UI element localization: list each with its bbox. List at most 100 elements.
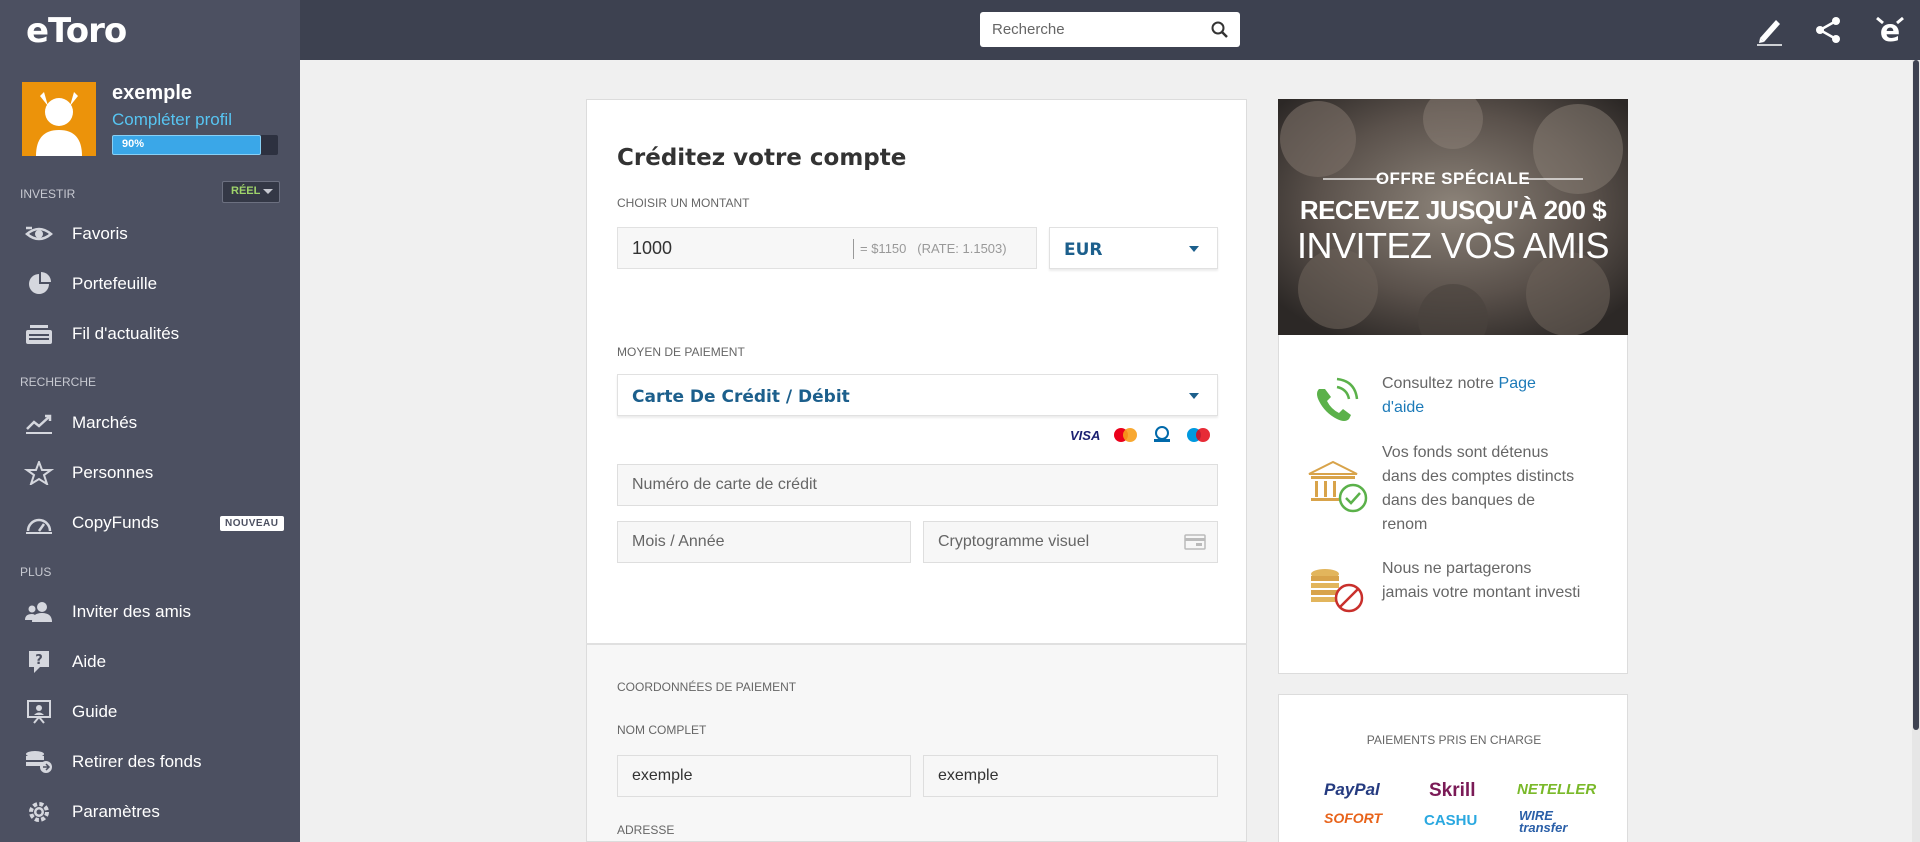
sidebar-item-label: Personnes — [72, 463, 154, 482]
sidebar-item-label: Portefeuille — [72, 274, 158, 293]
sidebar-item-guide[interactable]: Guide — [0, 689, 300, 735]
cashu-logo: CASHU — [1424, 812, 1478, 829]
star-icon — [24, 461, 54, 485]
funds-security-text: Vos fonds sont détenus dans des comptes … — [1382, 444, 1575, 533]
logo-text: eToro — [26, 11, 126, 50]
chevron-down-icon — [1189, 393, 1199, 399]
guide-icon — [27, 700, 51, 724]
amount-label: CHOISIR UN MONTANT — [617, 196, 750, 210]
top-bar: e — [300, 0, 1920, 60]
svg-text:e: e — [1880, 14, 1900, 48]
profile-progress-text: 90% — [122, 138, 145, 150]
deposit-title: Créditez votre compte — [617, 145, 907, 171]
card-cvv-icon — [1184, 534, 1206, 550]
full-name-label: NOM COMPLET — [617, 723, 707, 737]
promo-offer-label: OFFRE SPÉCIALE — [1375, 169, 1531, 188]
billing-section: COORDONNÉES DE PAIEMENT NOM COMPLET ADRE… — [586, 643, 1247, 842]
payments-title: PAIEMENTS PRIS EN CHARGE — [1366, 733, 1542, 747]
phone-support-icon — [1317, 377, 1359, 421]
sidebar-item-label: Favoris — [72, 224, 128, 243]
search-input[interactable] — [980, 12, 1200, 47]
address-label: ADRESSE — [617, 823, 675, 837]
bank-secure-icon — [1308, 460, 1368, 513]
sidebar-item-parametres[interactable]: Paramètres — [0, 789, 300, 835]
avatar-icon — [22, 82, 96, 156]
scrollbar-thumb[interactable] — [1913, 60, 1919, 730]
sidebar-item-marches[interactable]: Marchés — [0, 400, 300, 446]
amount-field[interactable]: 1000 = $1150 (RATE: 1.1503) — [617, 227, 1037, 269]
withdraw-icon — [26, 751, 52, 773]
sidebar-item-inviter-amis[interactable]: Inviter des amis — [0, 589, 300, 635]
payment-method-select[interactable]: Carte De Crédit / Débit — [617, 374, 1218, 416]
payment-method-value: Carte De Crédit / Débit — [632, 387, 850, 407]
deposit-card: Créditez votre compte CHOISIR UN MONTANT… — [586, 99, 1247, 644]
sidebar-item-label: Retirer des fonds — [72, 752, 202, 771]
sidebar-item-label: Guide — [72, 702, 118, 721]
privacy-text: Nous ne partagerons jamais votre montant… — [1382, 560, 1581, 601]
share-icon[interactable] — [1810, 12, 1846, 48]
svg-text:?: ? — [35, 653, 43, 668]
conversion-rate-text: = $1150 (RATE: 1.1503) — [860, 241, 1007, 256]
privacy-coins-icon — [1311, 569, 1364, 613]
help-icon: ? — [29, 651, 49, 673]
currency-value: EUR — [1064, 240, 1103, 260]
pie-chart-icon — [29, 272, 51, 294]
section-more: PLUS — [20, 565, 52, 579]
skrill-logo: Skrill — [1429, 780, 1476, 801]
help-info-text: Consultez notre Page d'aide — [1382, 372, 1582, 420]
chevron-down-icon — [1189, 246, 1199, 252]
page-scrollbar[interactable] — [1912, 60, 1920, 842]
sidebar-item-copyfunds[interactable]: CopyFunds NOUVEAU — [0, 500, 300, 546]
edit-post-icon[interactable] — [1752, 12, 1788, 48]
eye-icon — [25, 226, 53, 241]
amount-value: 1000 — [632, 238, 673, 258]
sidebar-item-label: Paramètres — [72, 802, 160, 821]
invite-friends-icon — [25, 602, 52, 622]
etoro-brand-icon[interactable]: e — [1872, 12, 1908, 48]
etoro-logo-icon: eToro — [26, 11, 127, 51]
promo-banner[interactable]: OFFRE SPÉCIALE RECEVEZ JUSQU'À 200 $ INV… — [1278, 99, 1628, 335]
username: exemple — [112, 82, 193, 104]
first-name-input[interactable] — [617, 755, 911, 797]
sidebar-item-personnes[interactable]: Personnes — [0, 450, 300, 496]
billing-section-label: COORDONNÉES DE PAIEMENT — [617, 680, 797, 694]
card-brands: VISA — [1070, 426, 1210, 443]
etoro-logo[interactable]: eToro — [24, 10, 134, 59]
sidebar-item-label: Fil d'actualités — [72, 324, 180, 343]
sidebar-item-aide[interactable]: ? Aide — [0, 639, 300, 685]
profile-progress-bar: 90% — [112, 135, 278, 155]
complete-profile-link[interactable]: Compléter profil — [112, 110, 232, 130]
cvv-input[interactable] — [923, 521, 1218, 563]
card-number-input[interactable] — [617, 464, 1218, 506]
section-research: RECHERCHE — [20, 375, 97, 389]
rate-value: (RATE: 1.1503) — [917, 241, 1007, 256]
sofort-logo: SOFORT — [1324, 810, 1383, 826]
visa-logo: VISA — [1070, 428, 1100, 443]
new-badge: NOUVEAU — [220, 516, 284, 531]
sidebar-item-label: Aide — [72, 652, 107, 671]
sidebar-item-fil-actualites[interactable]: Fil d'actualités — [0, 311, 300, 357]
account-mode-toggle[interactable]: RÉEL — [222, 181, 280, 203]
promo-subheadline: INVITEZ VOS AMIS — [1296, 225, 1610, 266]
sidebar-item-label: Inviter des amis — [72, 602, 192, 621]
chevron-down-icon — [263, 188, 274, 194]
currency-select[interactable]: EUR — [1049, 227, 1218, 269]
expiry-input[interactable] — [617, 521, 911, 563]
payments-card: PAIEMENTS PRIS EN CHARGE PayPal Skrill N… — [1278, 694, 1628, 842]
sidebar-item-favoris[interactable]: Favoris — [0, 211, 300, 257]
account-mode-label: RÉEL — [231, 185, 261, 197]
sidebar-item-portefeuille[interactable]: Portefeuille — [0, 261, 300, 307]
trend-chart-icon — [26, 414, 52, 434]
search-icon[interactable] — [1210, 20, 1230, 40]
promo-headline: RECEVEZ JUSQU'À 200 $ — [1299, 195, 1607, 225]
avatar[interactable] — [22, 82, 96, 156]
sidebar-item-retirer-fonds[interactable]: Retirer des fonds — [0, 739, 300, 785]
rate-separator — [853, 239, 854, 259]
conversion-value: = $1150 — [860, 241, 907, 256]
gear-icon — [29, 802, 49, 822]
wire-transfer-logo: WIRE transfer — [1519, 808, 1568, 835]
info-card: Consultez notre Page d'aide Vos fonds so… — [1278, 335, 1628, 674]
paypal-logo: PayPal — [1324, 780, 1380, 799]
sidebar: eToro exemple Compléter profil 90% INVES… — [0, 0, 300, 842]
last-name-input[interactable] — [923, 755, 1218, 797]
